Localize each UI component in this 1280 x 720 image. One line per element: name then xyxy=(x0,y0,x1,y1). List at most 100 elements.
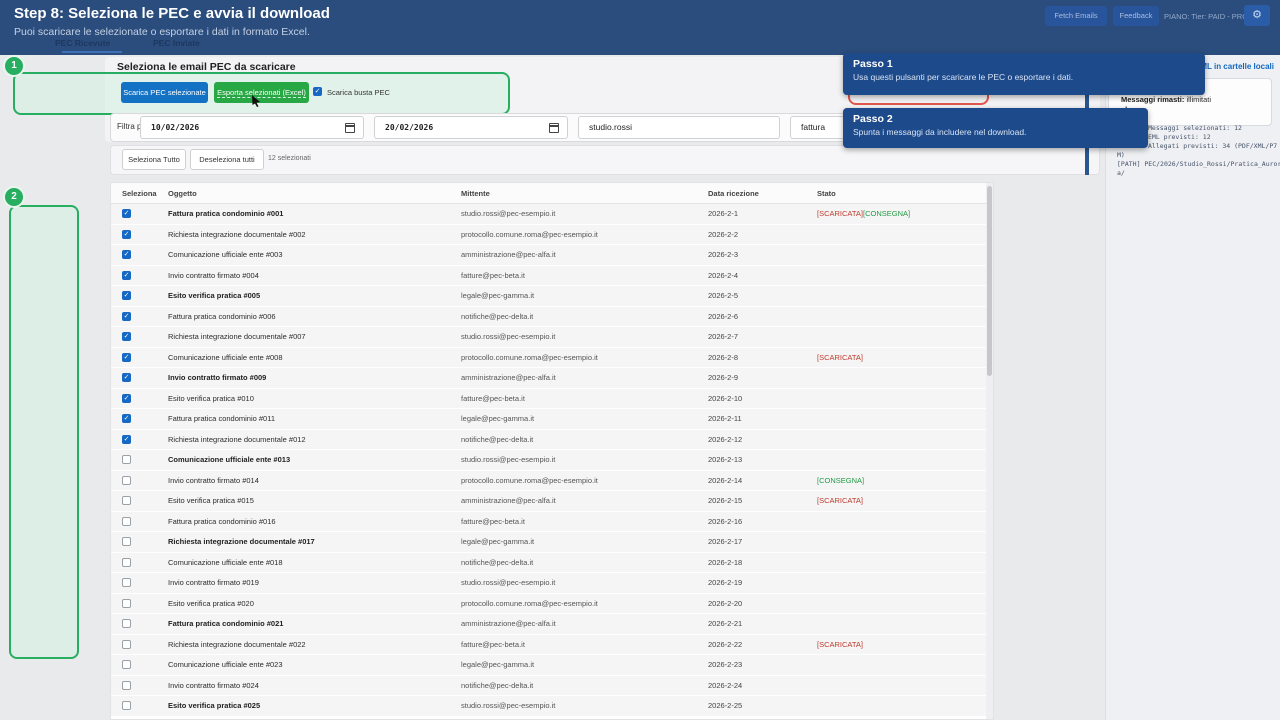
row-date: 2026-2-20 xyxy=(708,599,817,608)
row-checkbox[interactable] xyxy=(122,517,131,526)
row-sender: protocollo.comune.roma@pec-esempio.it xyxy=(461,599,708,608)
row-subject: Comunicazione ufficiale ente #018 xyxy=(168,558,461,567)
table-row: Fattura pratica condominio #016 fatture@… xyxy=(111,512,993,533)
table-row: ✓ Richiesta integrazione documentale #00… xyxy=(111,225,993,246)
table-scrollbar[interactable] xyxy=(986,183,993,719)
calendar-icon[interactable] xyxy=(549,123,559,133)
row-checkbox[interactable] xyxy=(122,619,131,628)
row-checkbox[interactable] xyxy=(122,578,131,587)
row-checkbox[interactable] xyxy=(122,599,131,608)
status-badge: [SCARICATA] xyxy=(817,640,863,649)
row-sender: fatture@pec-beta.it xyxy=(461,271,708,280)
status-badge: [SCARICATA] xyxy=(817,209,863,218)
eml-folders-link[interactable]: EML in cartelle locali xyxy=(1195,62,1274,71)
tab-pec-ricevute[interactable]: PEC Ricevute xyxy=(55,38,110,48)
sender-filter-input[interactable]: studio.rossi xyxy=(578,116,780,139)
row-subject: Fattura pratica condominio #011 xyxy=(168,414,461,423)
row-date: 2026-2-23 xyxy=(708,660,817,669)
row-subject: Invio contratto firmato #014 xyxy=(168,476,461,485)
row-checkbox[interactable] xyxy=(122,660,131,669)
column-stato: Stato xyxy=(817,189,993,198)
table-row: Esito verifica pratica #015 amministrazi… xyxy=(111,491,993,512)
row-subject: Invio contratto firmato #024 xyxy=(168,681,461,690)
row-checkbox[interactable]: ✓ xyxy=(122,373,131,382)
select-all-button[interactable]: Seleziona Tutto xyxy=(122,149,186,170)
export-excel-button[interactable]: Esporta selezionati (Excel) xyxy=(214,82,309,103)
deselect-all-button[interactable]: Deseleziona tutti xyxy=(190,149,264,170)
tutorial-badge-2: 2 xyxy=(3,186,25,208)
row-checkbox[interactable]: ✓ xyxy=(122,209,131,218)
row-status: [SCARICATA] xyxy=(817,353,993,362)
row-subject: Richiesta integrazione documentale #022 xyxy=(168,640,461,649)
row-date: 2026-2-4 xyxy=(708,271,817,280)
row-checkbox[interactable] xyxy=(122,476,131,485)
row-checkbox[interactable] xyxy=(122,455,131,464)
row-checkbox[interactable]: ✓ xyxy=(122,230,131,239)
calendar-icon[interactable] xyxy=(345,123,355,133)
row-checkbox[interactable]: ✓ xyxy=(122,291,131,300)
row-date: 2026-2-11 xyxy=(708,414,817,423)
plan-badge: PIANO: Tier: PAID - PRO xyxy=(1164,12,1248,21)
row-subject: Fattura pratica condominio #006 xyxy=(168,312,461,321)
row-subject: Comunicazione ufficiale ente #008 xyxy=(168,353,461,362)
row-subject: Fattura pratica condominio #021 xyxy=(168,619,461,628)
row-checkbox[interactable] xyxy=(122,681,131,690)
row-sender: studio.rossi@pec-esempio.it xyxy=(461,209,708,218)
fetch-emails-button[interactable]: Fetch Emails xyxy=(1045,6,1107,26)
row-checkbox[interactable] xyxy=(122,537,131,546)
gear-icon[interactable]: ⚙ xyxy=(1244,5,1270,26)
row-status: [SCARICATA] xyxy=(817,640,993,649)
log-line: Allegati previsti: 34 (PDF/XML/P7 xyxy=(1148,142,1277,150)
column-mittente: Mittente xyxy=(461,189,708,198)
row-sender: fatture@pec-beta.it xyxy=(461,394,708,403)
row-sender: protocollo.comune.roma@pec-esempio.it xyxy=(461,476,708,485)
status-badge: [CONSEGNA] xyxy=(817,476,864,485)
table-row: ✓ Invio contratto firmato #004 fatture@p… xyxy=(111,266,993,287)
row-status: [CONSEGNA] xyxy=(817,476,993,485)
table-row: Fattura pratica condominio #021 amminist… xyxy=(111,614,993,635)
row-checkbox[interactable]: ✓ xyxy=(122,414,131,423)
table-row: Richiesta integrazione documentale #022 … xyxy=(111,635,993,656)
section-title: Seleziona le email PEC da scaricare xyxy=(117,61,296,73)
pec-table: Seleziona Oggetto Mittente Data ricezion… xyxy=(110,182,994,720)
download-selected-button[interactable]: Scarica PEC selezionate xyxy=(121,82,208,103)
feedback-button[interactable]: Feedback xyxy=(1113,6,1159,26)
row-sender: studio.rossi@pec-esempio.it xyxy=(461,332,708,341)
row-checkbox[interactable]: ✓ xyxy=(122,271,131,280)
row-subject: Fattura pratica condominio #001 xyxy=(168,209,461,218)
row-checkbox[interactable] xyxy=(122,496,131,505)
active-tab-indicator xyxy=(62,51,122,53)
row-subject: Invio contratto firmato #004 xyxy=(168,271,461,280)
row-subject: Esito verifica pratica #020 xyxy=(168,599,461,608)
table-scrollbar-thumb[interactable] xyxy=(987,186,992,376)
busta-pec-checkbox[interactable]: ✓ xyxy=(313,87,322,96)
row-sender: studio.rossi@pec-esempio.it xyxy=(461,578,708,587)
row-checkbox[interactable]: ✓ xyxy=(122,312,131,321)
row-checkbox[interactable]: ✓ xyxy=(122,332,131,341)
row-checkbox[interactable] xyxy=(122,558,131,567)
row-sender: amministrazione@pec-alfa.it xyxy=(461,373,708,382)
table-row: ✓ Fattura pratica condominio #011 legale… xyxy=(111,409,993,430)
table-row: ✓ Richiesta integrazione documentale #01… xyxy=(111,430,993,451)
date-from-input[interactable]: 10/02/2026 xyxy=(140,116,364,139)
row-checkbox[interactable]: ✓ xyxy=(122,250,131,259)
row-date: 2026-2-2 xyxy=(708,230,817,239)
table-row: Invio contratto firmato #014 protocollo.… xyxy=(111,471,993,492)
row-checkbox[interactable]: ✓ xyxy=(122,394,131,403)
tooltip-passo-2: Passo 2 Spunta i messaggi da includere n… xyxy=(843,108,1148,148)
tab-pec-inviate[interactable]: PEC Inviate xyxy=(153,38,200,48)
row-date: 2026-2-18 xyxy=(708,558,817,567)
row-status: [SCARICATA] xyxy=(817,496,993,505)
row-checkbox[interactable] xyxy=(122,640,131,649)
row-subject: Comunicazione ufficiale ente #023 xyxy=(168,660,461,669)
row-checkbox[interactable]: ✓ xyxy=(122,435,131,444)
table-row: Invio contratto firmato #019 studio.ross… xyxy=(111,573,993,594)
date-to-input[interactable]: 20/02/2026 xyxy=(374,116,568,139)
row-checkbox[interactable] xyxy=(122,701,131,710)
table-row: Esito verifica pratica #025 studio.rossi… xyxy=(111,696,993,717)
table-header: Seleziona Oggetto Mittente Data ricezion… xyxy=(111,183,993,204)
row-checkbox[interactable]: ✓ xyxy=(122,353,131,362)
log-line: EML previsti: 12 xyxy=(1148,133,1211,141)
mouse-cursor-icon xyxy=(251,94,261,112)
app-root: Step 8: Seleziona le PEC e avvia il down… xyxy=(0,0,1280,720)
